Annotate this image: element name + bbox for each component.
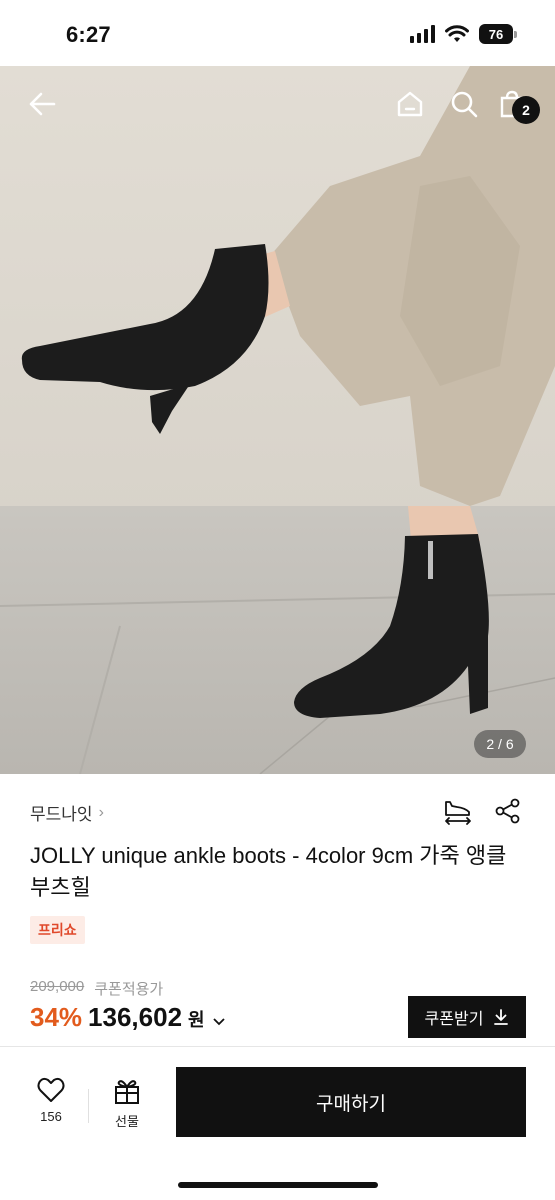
shoe-size-icon [445, 801, 471, 825]
product-image-gallery[interactable]: 2 2 / 6 [0, 66, 555, 774]
size-guide-button[interactable] [443, 796, 473, 826]
home-indicator [178, 1182, 378, 1188]
chevron-down-icon [212, 1013, 225, 1029]
product-title: JOLLY unique ankle boots - 4color 9cm 가죽… [30, 843, 507, 900]
cellular-signal-icon [410, 25, 435, 43]
sale-price: 136,602 [88, 1002, 183, 1032]
image-page-indicator: 2 / 6 [474, 730, 526, 758]
download-icon [494, 1009, 509, 1025]
gift-label: 선물 [115, 1114, 139, 1129]
product-actions [443, 796, 523, 826]
wifi-icon [445, 25, 469, 42]
gift-button[interactable]: 선물 [98, 1077, 156, 1137]
price-row[interactable]: 34% 136,602 원 [30, 1002, 225, 1033]
like-count: 156 [40, 1109, 62, 1124]
currency-label: 원 [188, 1010, 205, 1030]
original-price: 209,000 [30, 978, 85, 995]
share-icon [495, 798, 520, 824]
coupon-button-label: 쿠폰받기 [424, 1011, 484, 1028]
brand-link[interactable]: 무드나잇 › [30, 800, 104, 825]
get-coupon-button[interactable]: 쿠폰받기 [408, 996, 526, 1038]
status-time: 6:27 [66, 22, 111, 47]
discount-rate: 34% [30, 1002, 83, 1032]
divider [88, 1089, 89, 1123]
battery-icon: 76 [479, 24, 517, 44]
preshow-tag: 프리쇼 [30, 916, 85, 944]
bottom-action-bar: 156 선물 구매하기 [0, 1046, 555, 1200]
heart-icon [37, 1077, 65, 1102]
original-price-row: 209,000 쿠폰적용가 [30, 978, 163, 999]
share-button[interactable] [493, 796, 523, 826]
like-button[interactable]: 156 [22, 1077, 80, 1137]
search-icon [451, 91, 478, 118]
status-bar: 6:27 76 [0, 0, 555, 66]
buy-button[interactable]: 구매하기 [176, 1067, 526, 1137]
status-indicators: 76 [410, 24, 517, 44]
gift-icon [115, 1080, 139, 1104]
home-icon [397, 91, 423, 117]
home-button[interactable] [392, 86, 428, 122]
cart-count-badge: 2 [512, 96, 540, 124]
battery-level: 76 [479, 24, 513, 44]
product-photo [0, 66, 555, 774]
brand-name: 무드나잇 [30, 805, 93, 824]
back-arrow-icon [29, 92, 56, 116]
search-button[interactable] [446, 86, 482, 122]
back-button[interactable] [24, 86, 60, 122]
coupon-price-label: 쿠폰적용가 [94, 981, 164, 998]
chevron-right-icon: › [98, 803, 104, 821]
